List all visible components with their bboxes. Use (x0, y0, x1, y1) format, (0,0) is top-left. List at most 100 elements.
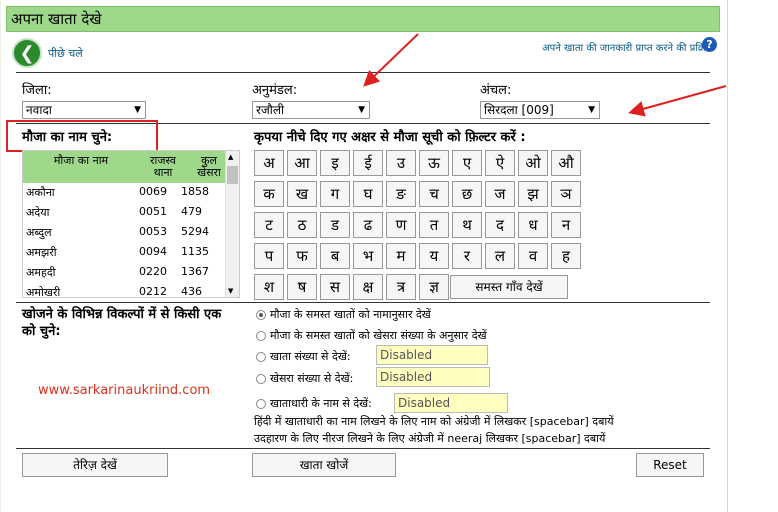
letter-button[interactable]: ठ (287, 212, 317, 238)
letter-button[interactable]: व (518, 243, 548, 269)
letter-button[interactable]: क (254, 181, 284, 207)
mouza-list-header: मौजा का नाम राजस्व थाना कुल खेसरा (23, 151, 227, 183)
letter-button[interactable]: ध (518, 212, 548, 238)
scroll-up-icon[interactable]: ▲ (228, 153, 233, 161)
mouza-label: मौजा का नाम चुने: (22, 130, 113, 145)
dropdown-arrow-icon: ▼ (134, 105, 141, 115)
letter-button[interactable]: ङ (386, 181, 416, 207)
letter-button[interactable]: ए (452, 150, 482, 176)
search-khata-button[interactable]: खाता खोजें (252, 453, 396, 477)
table-row[interactable]: अदेया 0051 479 (23, 203, 227, 223)
letter-button[interactable]: आ (287, 150, 317, 176)
circle-value: सिरदला [009] (484, 103, 554, 117)
right-border (727, 0, 728, 512)
letter-button[interactable]: श (254, 274, 284, 300)
view-ledger-button[interactable]: तेरिज़ देखें (22, 453, 168, 477)
letter-button[interactable]: प (254, 243, 284, 269)
radio-button[interactable] (256, 373, 266, 384)
option-by-owner-name[interactable]: खाताधारी के नाम से देखें: (256, 396, 372, 411)
table-row[interactable]: अब्दुल 0053 5294 (23, 223, 227, 243)
circle-select[interactable]: सिरदला [009] ▼ (480, 101, 600, 119)
reset-button[interactable]: Reset (636, 453, 704, 477)
option-label: खाता संख्या से देखें: (270, 350, 351, 363)
letter-button[interactable]: औ (551, 150, 581, 176)
letter-button[interactable]: फ (287, 243, 317, 269)
option-by-name[interactable]: मौजा के समस्त खातों को नामानुसार देखें (256, 307, 431, 322)
letter-button[interactable]: ह (551, 243, 581, 269)
thana-number: 0069 (139, 185, 167, 198)
table-row[interactable]: अमझरी 0094 1135 (23, 243, 227, 263)
letter-button[interactable]: त (419, 212, 449, 238)
letter-button[interactable]: ऊ (419, 150, 449, 176)
letter-button[interactable]: ऐ (485, 150, 515, 176)
letter-button[interactable]: ज (485, 181, 515, 207)
scroll-thumb[interactable] (227, 166, 238, 184)
mouza-name: अकौना (26, 186, 55, 199)
table-row[interactable]: अमहदी 0220 1367 (23, 263, 227, 283)
letter-button[interactable]: ई (353, 150, 383, 176)
letter-button[interactable]: ड (320, 212, 350, 238)
divider-top (16, 72, 710, 73)
radio-button[interactable] (256, 330, 266, 341)
help-icon[interactable]: ? (702, 37, 717, 52)
table-row[interactable]: अमोखरी 0212 436 (23, 283, 227, 298)
letter-button[interactable]: ट (254, 212, 284, 238)
scroll-down-icon[interactable]: ▼ (228, 287, 233, 295)
letter-button[interactable]: उ (386, 150, 416, 176)
divider-bottom (16, 448, 710, 449)
letter-button[interactable]: ढ (353, 212, 383, 238)
mouza-list-scrollbar[interactable]: ▲ ▼ (225, 151, 239, 297)
letter-button[interactable]: ख (287, 181, 317, 207)
letter-button[interactable]: थ (452, 212, 482, 238)
letter-button[interactable]: झ (518, 181, 548, 207)
letter-button[interactable]: ण (386, 212, 416, 238)
option-label: खाताधारी के नाम से देखें: (270, 397, 372, 410)
option-by-khesra-number[interactable]: खेसरा संख्या से देखें: (256, 371, 353, 386)
letter-button[interactable]: ष (287, 274, 317, 300)
option-by-khesra-order[interactable]: मौजा के समस्त खातों को खेसरा संख्या के अ… (256, 328, 487, 343)
mouza-name: अमोखरी (26, 286, 61, 298)
option-label: खेसरा संख्या से देखें: (270, 372, 354, 385)
option-label: मौजा के समस्त खातों को खेसरा संख्या के अ… (270, 329, 487, 342)
letter-button[interactable]: ब (320, 243, 350, 269)
letter-button[interactable]: न (551, 212, 581, 238)
letter-button[interactable]: घ (353, 181, 383, 207)
mouza-name: अदेया (26, 206, 50, 219)
khesra-number-input[interactable]: Disabled (376, 367, 490, 387)
letter-button[interactable]: छ (452, 181, 482, 207)
view-all-villages-button[interactable]: समस्त गाँव देखें (450, 275, 568, 299)
letter-button[interactable]: क्ष (353, 274, 383, 300)
hint-note-1: हिंदी में खाताधारी का नाम लिखने के लिए न… (254, 415, 614, 428)
letter-button[interactable]: भ (353, 243, 383, 269)
letter-button[interactable]: ज्ञ (419, 274, 449, 300)
letter-button[interactable]: र (452, 243, 482, 269)
back-button[interactable]: ❮ पीछे चले (12, 38, 83, 68)
letter-button[interactable]: त्र (386, 274, 416, 300)
letter-button[interactable]: ग (320, 181, 350, 207)
letter-button[interactable]: ञ (551, 181, 581, 207)
subdivision-select[interactable]: रजौली ▼ (252, 101, 370, 119)
radio-button[interactable] (256, 309, 266, 320)
letter-button[interactable]: ल (485, 243, 515, 269)
letter-button[interactable]: च (419, 181, 449, 207)
thana-number: 0051 (139, 205, 167, 218)
letter-button[interactable]: ओ (518, 150, 548, 176)
letter-button[interactable]: य (419, 243, 449, 269)
khata-number-input[interactable]: Disabled (376, 345, 488, 365)
district-select[interactable]: नवादा ▼ (22, 101, 146, 119)
help-link[interactable]: अपने खाता की जानकारी प्राप्त करने की प्र… (542, 40, 714, 54)
radio-button[interactable] (256, 351, 266, 362)
subdivision-label: अनुमंडल: (252, 83, 298, 98)
letter-button[interactable]: द (485, 212, 515, 238)
radio-button[interactable] (256, 398, 266, 409)
owner-name-input[interactable]: Disabled (394, 393, 508, 413)
letter-button[interactable]: अ (254, 150, 284, 176)
divider-options (16, 302, 710, 303)
letter-button[interactable]: स (320, 274, 350, 300)
table-row[interactable]: अकौना 0069 1858 (23, 183, 227, 203)
letter-button[interactable]: म (386, 243, 416, 269)
district-label: जिला: (22, 83, 52, 98)
option-by-khata-number[interactable]: खाता संख्या से देखें: (256, 349, 351, 364)
letter-button[interactable]: इ (320, 150, 350, 176)
mouza-list[interactable]: मौजा का नाम राजस्व थाना कुल खेसरा अकौना … (22, 150, 240, 298)
